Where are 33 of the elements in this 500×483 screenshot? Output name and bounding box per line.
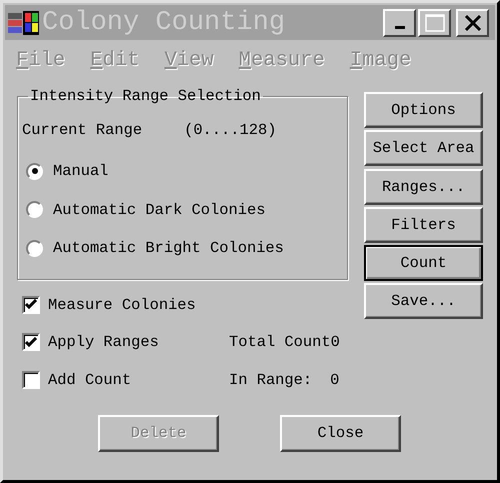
side-button[interactable]: Save... <box>364 283 483 319</box>
radio-label[interactable]: Manual <box>53 162 108 180</box>
count-value: 0 <box>330 333 340 352</box>
dialog-button[interactable]: Close <box>280 414 401 452</box>
checkbox-label[interactable]: Apply Ranges <box>48 333 159 352</box>
range-label: Current Range <box>22 121 142 139</box>
side-button[interactable]: Count <box>364 245 483 281</box>
side-button[interactable]: Filters <box>364 207 483 243</box>
side-button[interactable]: Ranges... <box>364 169 483 205</box>
checkbox-label[interactable]: Measure Colonies <box>48 296 196 314</box>
checkbox[interactable] <box>22 296 40 314</box>
side-button[interactable]: Select Area <box>364 130 483 166</box>
minimize-icon <box>394 26 404 29</box>
radio-label[interactable]: Automatic Bright Colonies <box>53 239 284 258</box>
range-value: (0....128) <box>184 121 276 139</box>
radio-button[interactable] <box>26 162 43 180</box>
count-label: Total Count <box>229 333 331 352</box>
radio-button[interactable] <box>26 201 43 218</box>
maximize-icon <box>424 14 444 32</box>
app-icon <box>8 8 40 36</box>
close-button[interactable] <box>456 8 489 36</box>
radio-label[interactable]: Automatic Dark Colonies <box>53 200 266 219</box>
count-value: 0 <box>330 370 340 389</box>
side-button[interactable]: Options <box>364 92 483 128</box>
radio-button[interactable] <box>26 240 43 257</box>
count-label: In Range: <box>229 370 312 389</box>
checkbox[interactable] <box>22 333 40 352</box>
checkbox-label[interactable]: Add Count <box>48 370 132 389</box>
group-title: Intensity Range Selection <box>29 87 262 105</box>
close-icon <box>464 14 482 32</box>
minimize-button[interactable] <box>383 8 416 36</box>
checkbox[interactable] <box>22 370 40 389</box>
maximize-button[interactable] <box>418 8 451 36</box>
